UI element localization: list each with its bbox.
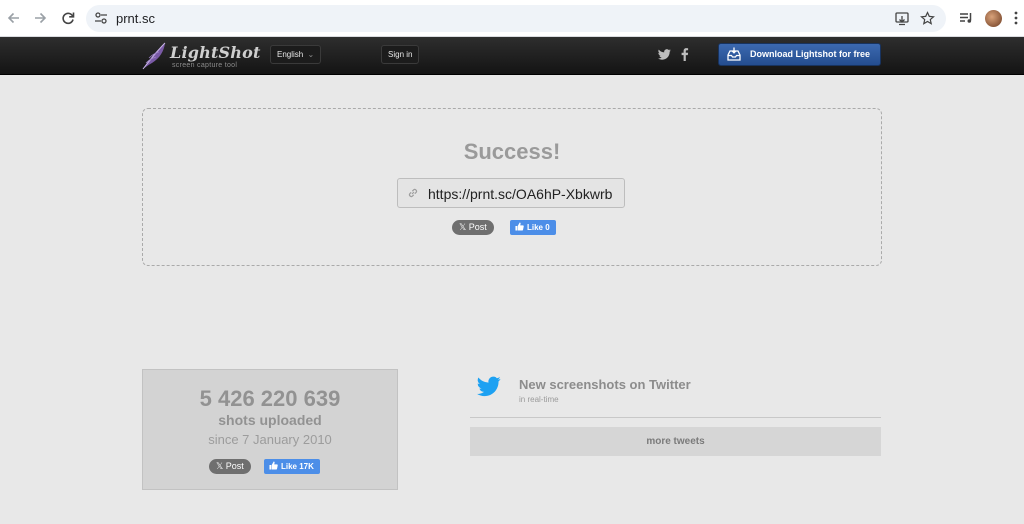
media-control-icon[interactable]: [958, 10, 974, 26]
back-button[interactable]: [2, 6, 26, 30]
twitter-bird-icon: [477, 376, 501, 397]
sign-in-label: Sign in: [388, 50, 413, 59]
logo-name: LightShot: [170, 43, 261, 62]
back-arrow-icon: [7, 12, 19, 24]
download-app-icon: [727, 47, 741, 61]
twitter-divider: [470, 417, 881, 418]
facebook-like-label: Like 0: [527, 223, 550, 232]
facebook-like-button[interactable]: Like 0: [510, 220, 556, 235]
x-post-button[interactable]: 𝕏 Post: [452, 220, 494, 235]
thumbs-up-icon: [515, 222, 524, 231]
lightshot-logo[interactable]: LightShot screen capture tool: [140, 41, 260, 71]
counter-facebook-like-button[interactable]: Like 17K: [264, 459, 320, 474]
address-url[interactable]: prnt.sc: [116, 11, 155, 26]
profile-avatar[interactable]: [985, 10, 1002, 27]
address-bar[interactable]: prnt.sc: [86, 5, 946, 32]
feather-logo-icon: [142, 42, 166, 70]
logo-tagline: screen capture tool: [172, 62, 238, 69]
bookmark-star-icon[interactable]: [920, 11, 935, 26]
site-info-icon[interactable]: [94, 11, 108, 25]
language-dropdown[interactable]: English ⌄: [270, 45, 322, 64]
shots-count: 5 426 220 639: [199, 386, 341, 411]
reload-icon: [62, 12, 75, 25]
thumbs-up-icon: [269, 461, 278, 470]
link-icon: [408, 188, 418, 198]
more-tweets-button[interactable]: more tweets: [470, 427, 881, 456]
sign-in-button[interactable]: Sign in: [381, 45, 420, 64]
screenshot-link-field[interactable]: https://prnt.sc/OA6hP-Xbkwrb: [397, 178, 625, 208]
reload-button[interactable]: [56, 6, 80, 30]
counter-facebook-like-label: Like 17K: [281, 462, 314, 471]
twitter-feed-title: New screenshots on Twitter: [519, 377, 691, 392]
facebook-icon[interactable]: [678, 48, 691, 61]
browser-toolbar: prnt.sc: [0, 0, 1024, 37]
forward-arrow-icon: [35, 12, 47, 24]
language-label: English: [277, 50, 304, 59]
screenshot-link-text[interactable]: https://prnt.sc/OA6hP-Xbkwrb: [428, 186, 612, 202]
more-menu-icon[interactable]: [1008, 10, 1024, 26]
download-label: Download Lightshot for free: [750, 49, 870, 59]
success-title: Success!: [463, 139, 561, 164]
twitter-feed-subtitle: in real-time: [519, 395, 559, 404]
download-lightshot-button[interactable]: Download Lightshot for free: [718, 43, 881, 66]
shots-count-label: shots uploaded: [218, 412, 322, 428]
counter-x-post-button[interactable]: 𝕏 Post: [209, 459, 251, 474]
forward-button[interactable]: [28, 6, 52, 30]
install-app-icon[interactable]: [895, 11, 910, 26]
chevron-down-icon: ⌄: [307, 50, 315, 59]
shots-since: since 7 January 2010: [208, 432, 332, 447]
twitter-icon[interactable]: [658, 48, 671, 61]
